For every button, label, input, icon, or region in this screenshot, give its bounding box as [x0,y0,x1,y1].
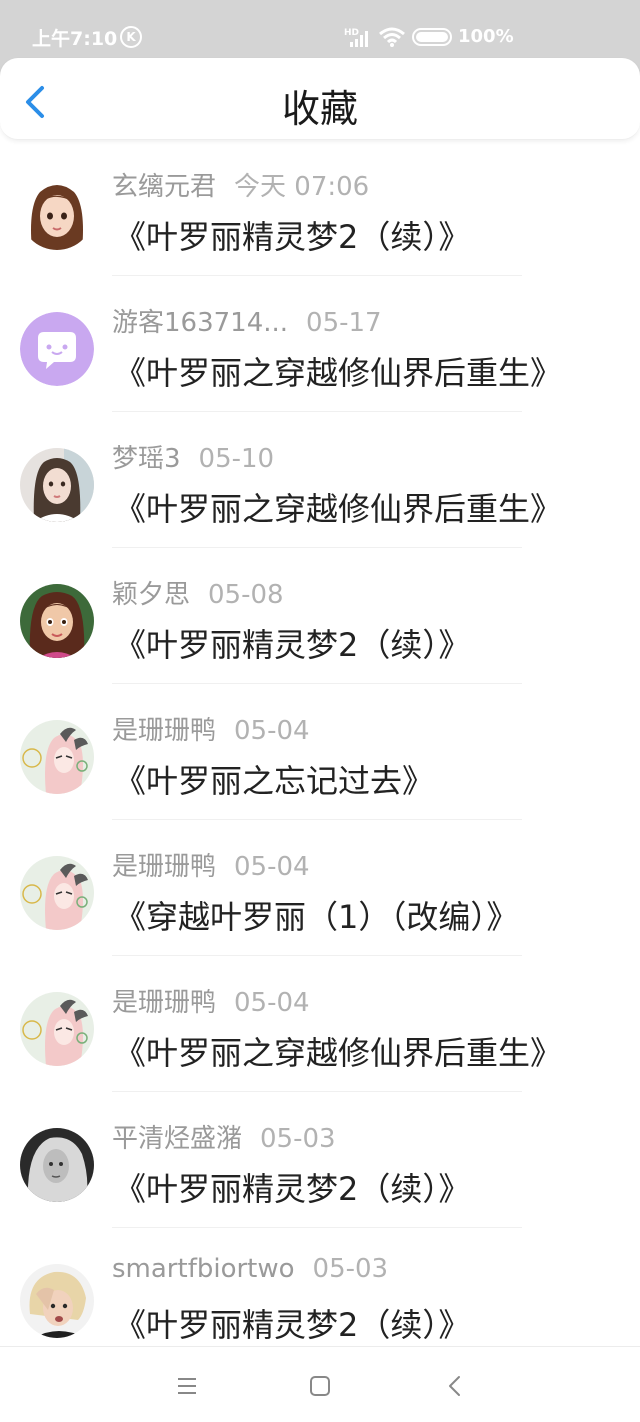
cartoon-girl-avatar-icon [20,176,94,250]
item-meta: 玄缡元君 今天 07:06 [112,166,369,203]
square-home-icon [310,1376,330,1396]
list-item[interactable]: 颖夕思 05-08 《叶罗丽精灵梦2（续）》 [0,548,640,684]
avatar[interactable] [20,448,94,522]
item-user: 是珊珊鸭 [112,988,217,1018]
avatar[interactable] [20,992,94,1066]
menu-button[interactable] [172,1371,202,1401]
avatar[interactable] [20,1264,94,1338]
bw-photo-avatar-icon [20,1128,94,1202]
item-user: 梦瑶3 [112,444,181,474]
item-user: 玄缡元君 [112,172,217,202]
avatar[interactable] [20,312,94,386]
list-item[interactable]: 是珊珊鸭 05-04 《穿越叶罗丽（1）（改编）》 [0,820,640,956]
item-user: 平清烃盛潴 [112,1124,243,1154]
item-date: 05-04 [234,852,310,882]
item-title: 《叶罗丽精灵梦2（续）》 [114,1306,471,1344]
item-title: 《叶罗丽之忘记过去》 [114,762,435,800]
photo-girl-avatar-icon [20,448,94,522]
battery-percent: 100% [458,26,514,47]
item-title: 《穿越叶罗丽（1）（改编）》 [114,898,519,936]
header: 收藏 [0,58,640,140]
item-date: 05-04 [234,988,310,1018]
item-meta: 梦瑶3 05-10 [112,438,274,475]
page-title: 收藏 [281,87,358,131]
item-title: 《叶罗丽之穿越修仙界后重生》 [114,1034,563,1072]
item-meta: 平清烃盛潴 05-03 [112,1118,336,1155]
item-user: 游客163714... [112,308,289,338]
item-title: 《叶罗丽精灵梦2（续）》 [114,626,471,664]
blonde-photo-avatar-icon [20,1264,94,1338]
doll-avatar-icon [20,584,94,658]
item-meta: 是珊珊鸭 05-04 [112,982,310,1019]
item-date: 05-10 [198,444,275,474]
list-item[interactable]: 梦瑶3 05-10 《叶罗丽之穿越修仙界后重生》 [0,412,640,548]
item-meta: 游客163714... 05-17 [112,302,382,339]
item-user: 是珊珊鸭 [112,716,217,746]
svg-text:HD: HD [344,28,359,38]
list-item[interactable]: 是珊珊鸭 05-04 《叶罗丽之穿越修仙界后重生》 [0,956,640,1092]
item-date: 今天 07:06 [234,172,370,202]
chat-bubble-avatar-icon [20,312,94,386]
item-meta: 是珊珊鸭 05-04 [112,710,310,747]
list-item[interactable]: 游客163714... 05-17 《叶罗丽之穿越修仙界后重生》 [0,276,640,412]
list-item[interactable]: 是珊珊鸭 05-04 《叶罗丽之忘记过去》 [0,684,640,820]
item-date: 05-17 [306,308,382,338]
anime-sketch-avatar-icon [20,720,94,794]
item-title: 《叶罗丽精灵梦2（续）》 [114,1170,471,1208]
anime-sketch-avatar-icon [20,856,94,930]
avatar[interactable] [20,584,94,658]
item-user: 颖夕思 [112,580,191,610]
item-date: 05-08 [208,580,284,610]
system-back-button[interactable] [440,1371,470,1401]
signal-icon: HD [344,28,368,47]
item-date: 05-03 [312,1254,389,1284]
item-meta: smartfbiortwo 05-03 [112,1254,388,1284]
item-title: 《叶罗丽精灵梦2（续）》 [114,218,471,256]
avatar[interactable] [20,1128,94,1202]
chevron-left-icon [449,1376,460,1396]
avatar[interactable] [20,176,94,250]
item-date: 05-03 [260,1124,336,1154]
avatar[interactable] [20,720,94,794]
screen: 上午7:10 K HD 100% 收藏 玄缡元君 今天 07:06 《叶罗丽精灵… [0,0,640,1422]
item-meta: 是珊珊鸭 05-04 [112,846,310,883]
favorites-list: 玄缡元君 今天 07:06 《叶罗丽精灵梦2（续）》 游客163714... 05-… [0,140,640,1364]
list-item[interactable]: smartfbiortwo 05-03 《叶罗丽精灵梦2（续）》 [0,1228,640,1364]
item-meta: 颖夕思 05-08 [112,574,284,611]
battery-icon [412,28,452,46]
wifi-icon [379,27,405,47]
home-button[interactable] [305,1371,335,1401]
item-user: 是珊珊鸭 [112,852,217,882]
item-date: 05-04 [234,716,310,746]
anime-sketch-avatar-icon [20,992,94,1066]
avatar[interactable] [20,856,94,930]
item-title: 《叶罗丽之穿越修仙界后重生》 [114,490,563,528]
list-item[interactable]: 平清烃盛潴 05-03 《叶罗丽精灵梦2（续）》 [0,1092,640,1228]
system-nav-bar [0,1346,640,1422]
status-time: 上午7:10 [32,28,118,50]
item-title: 《叶罗丽之穿越修仙界后重生》 [114,354,563,392]
item-user: smartfbiortwo [112,1254,295,1284]
list-item[interactable]: 玄缡元君 今天 07:06 《叶罗丽精灵梦2（续）》 [0,140,640,276]
menu-icon [178,1378,196,1394]
k-badge-icon: K [120,26,142,48]
